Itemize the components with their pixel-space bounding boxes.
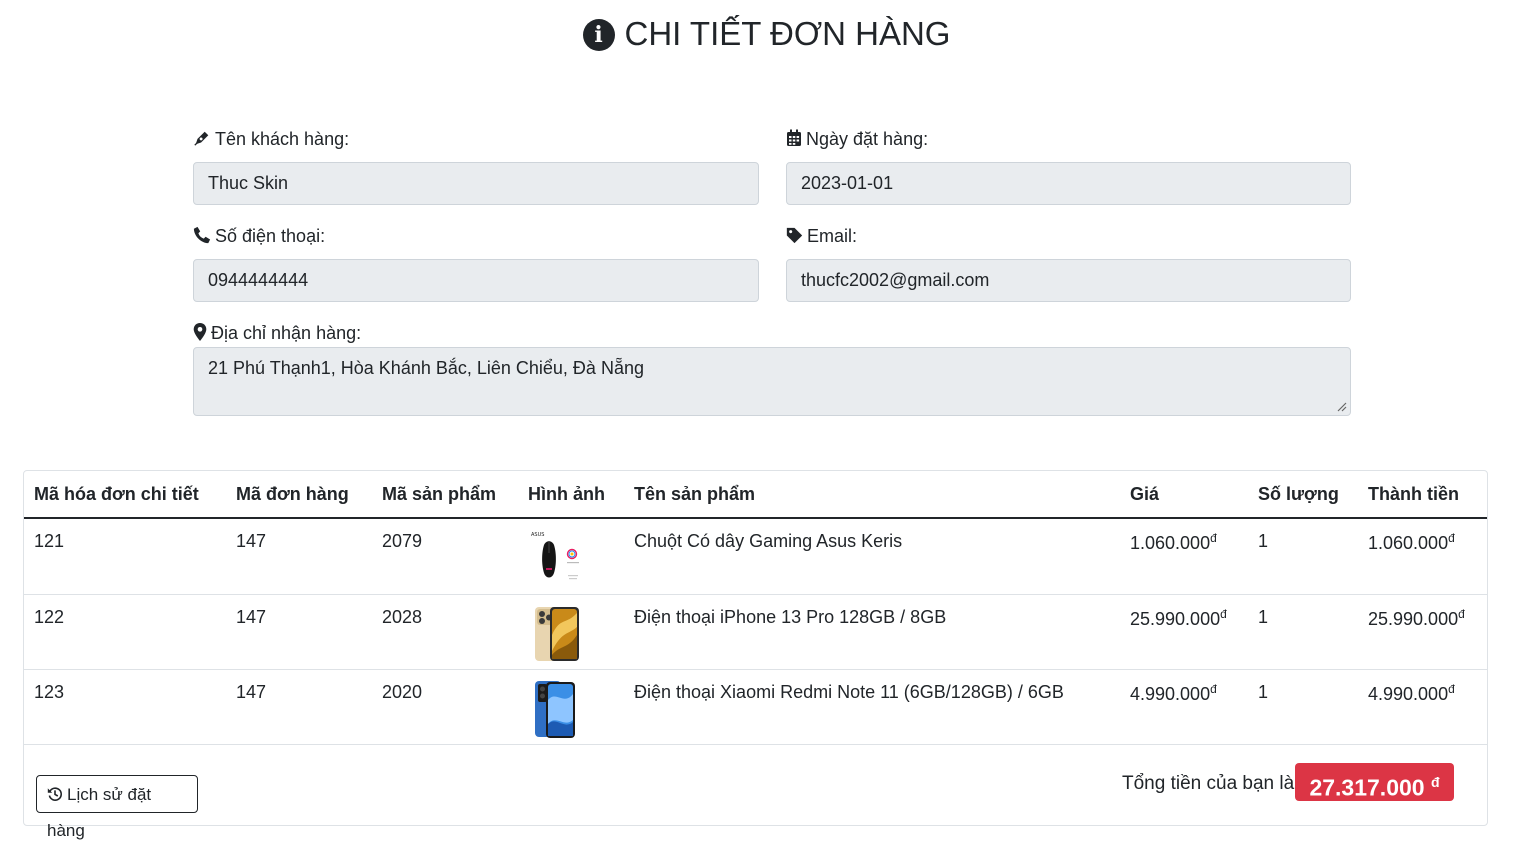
customer-name-field[interactable]: Thuc Skin (193, 162, 759, 205)
total-currency-symbol: đ (1430, 774, 1440, 790)
subtotal-value: 4.990.000 (1368, 683, 1449, 704)
detail-id-cell: 122 (24, 594, 226, 670)
header-quantity: Số lượng (1248, 471, 1358, 519)
email-label: Email: (786, 225, 857, 247)
product-id-cell: 2028 (372, 594, 518, 670)
page-title: i CHI TIẾT ĐƠN HÀNG (0, 14, 1533, 54)
subtotal-cell: 1.060.000đ (1358, 518, 1487, 595)
subtotal-cell: 25.990.000đ (1358, 594, 1487, 670)
subtotal-value: 1.060.000 (1368, 533, 1449, 553)
currency-symbol: đ (1220, 606, 1227, 621)
detail-id-cell: 121 (24, 518, 226, 595)
svg-text:ASUS: ASUS (531, 532, 544, 538)
total-amount-badge: 27.317.000 đ (1295, 763, 1454, 801)
currency-symbol: đ (1210, 681, 1217, 696)
phone-icon (193, 226, 211, 244)
customer-name-label: Tên khách hàng: (193, 128, 349, 150)
price-value: 1.060.000 (1130, 533, 1211, 553)
header-price: Giá (1120, 471, 1248, 519)
header-image: Hình ảnh (518, 471, 624, 519)
order-date-field[interactable]: 2023-01-01 (786, 162, 1351, 205)
total-label: Tổng tiền của bạn là: (1122, 773, 1300, 794)
product-name-cell: Chuột Có dây Gaming Asus Keris (624, 518, 1120, 595)
pen-icon (194, 131, 209, 146)
subtotal-value: 25.990.000 (1368, 608, 1459, 629)
currency-symbol: đ (1448, 681, 1455, 696)
quantity-cell: 1 (1248, 669, 1358, 745)
quantity-cell: 1 (1248, 594, 1358, 670)
product-name-cell: Điện thoại Xiaomi Redmi Note 11 (6GB/128… (624, 669, 1120, 745)
order-id-cell: 147 (226, 594, 372, 670)
subtotal-cell: 4.990.000đ (1358, 669, 1487, 745)
header-subtotal: Thành tiền (1358, 471, 1487, 519)
price-cell: 4.990.000đ (1120, 669, 1248, 745)
info-icon: i (582, 19, 615, 51)
map-marker-icon (193, 323, 207, 341)
order-detail-card: Mã hóa đơn chi tiết Mã đơn hàng Mã sản p… (23, 470, 1488, 840)
address-label-text: Địa chỉ nhận hàng: (211, 323, 362, 343)
email-label-text: Email: (807, 226, 858, 246)
address-label: Địa chỉ nhận hàng: (193, 322, 361, 344)
email-field[interactable]: thucfc2002@gmail.com (786, 259, 1351, 302)
image-cell: ASUS (518, 518, 624, 595)
price-cell: 1.060.000đ (1120, 518, 1248, 595)
price-value: 25.990.000 (1130, 608, 1221, 629)
currency-symbol: đ (1458, 606, 1465, 621)
order-date-label: Ngày đặt hàng: (786, 128, 928, 150)
total-amount-value: 27.317.000 (1309, 774, 1425, 801)
quantity-cell: 1 (1248, 518, 1358, 595)
xiaomi-phone-image (528, 679, 586, 738)
price-value: 4.990.000 (1130, 683, 1211, 704)
calendar-icon (787, 129, 801, 146)
detail-id-cell: 123 (24, 669, 226, 745)
currency-symbol: đ (1210, 531, 1217, 545)
phone-field[interactable]: 0944444444 (193, 259, 759, 302)
price-cell: 25.990.000đ (1120, 594, 1248, 670)
currency-symbol: đ (1448, 531, 1455, 545)
resize-handle-icon[interactable] (1337, 402, 1347, 412)
image-cell (518, 594, 624, 670)
product-name-cell: Điện thoại iPhone 13 Pro 128GB / 8GB (624, 594, 1120, 670)
table-row: 121 147 2079 ASUS Chuột Có dây Gaming As… (24, 518, 1487, 595)
table-row: 122 147 2028 Điện thoại iPhone 13 Pro 12… (24, 594, 1487, 670)
page-title-text: CHI TIẾT ĐƠN HÀNG (624, 15, 951, 52)
mouse-image: ASUS (528, 529, 586, 587)
table-row: 123 147 2020 Điện thoại Xiaomi Redmi Not… (24, 669, 1487, 745)
table-header-row: Mã hóa đơn chi tiết Mã đơn hàng Mã sản p… (24, 471, 1487, 519)
address-value: 21 Phú Thạnh1, Hòa Khánh Bắc, Liên Chiểu… (208, 358, 644, 378)
product-id-cell: 2079 (372, 518, 518, 595)
product-id-cell: 2020 (372, 669, 518, 745)
tag-icon (786, 227, 803, 244)
order-detail-table: Mã hóa đơn chi tiết Mã đơn hàng Mã sản p… (24, 471, 1487, 745)
header-product-id: Mã sản phẩm (372, 471, 518, 519)
header-detail-id: Mã hóa đơn chi tiết (24, 471, 226, 519)
order-date-label-text: Ngày đặt hàng: (806, 129, 929, 149)
header-product-name: Tên sản phẩm (624, 471, 1120, 519)
order-history-button[interactable]: Lịch sử đặt hàng (36, 775, 198, 840)
iphone-image (528, 604, 586, 663)
phone-label-text: Số điện thoại: (215, 226, 326, 246)
image-cell (518, 669, 624, 745)
history-icon (47, 787, 63, 801)
customer-name-label-text: Tên khách hàng: (215, 129, 350, 149)
address-textarea[interactable]: 21 Phú Thạnh1, Hòa Khánh Bắc, Liên Chiểu… (193, 347, 1351, 416)
phone-label: Số điện thoại: (193, 225, 325, 247)
order-id-cell: 147 (226, 518, 372, 595)
header-order-id: Mã đơn hàng (226, 471, 372, 519)
order-id-cell: 147 (226, 669, 372, 745)
